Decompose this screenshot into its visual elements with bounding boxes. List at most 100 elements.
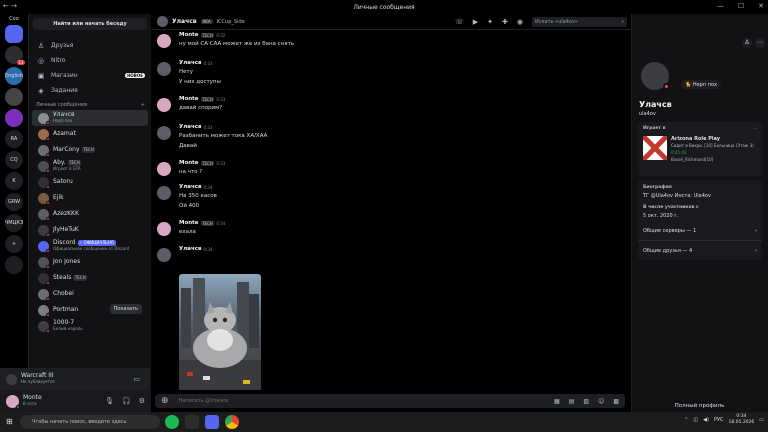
minimize-icon[interactable]: — xyxy=(717,2,724,10)
dm-nav-friends[interactable]: ♙ Друзья xyxy=(29,38,151,53)
activity-share-icon[interactable]: ▭ xyxy=(133,375,140,383)
dm-item[interactable]: 1000-7 Белый король xyxy=(32,318,148,334)
avatar[interactable] xyxy=(157,98,171,112)
server-icon[interactable]: GRW xyxy=(5,193,23,211)
language-indicator[interactable]: РУС xyxy=(714,417,724,423)
full-profile-button[interactable]: Полный профиль xyxy=(631,400,768,412)
mutual-servers-row[interactable]: Общие серверы — 1 › xyxy=(638,222,762,241)
windows-start-icon[interactable]: ⊞ xyxy=(6,417,13,426)
app-icon[interactable] xyxy=(185,415,199,429)
dm-nav-shop[interactable]: ▣ Магазин НОВОЕ xyxy=(29,68,151,83)
avatar[interactable] xyxy=(157,34,171,48)
message-author[interactable]: Monte xyxy=(179,160,199,166)
sticker-icon[interactable]: ▧ xyxy=(583,398,589,405)
message-author[interactable]: Monte xyxy=(179,32,199,38)
dm-item[interactable]: MarCony TECH xyxy=(32,142,148,158)
avatar[interactable] xyxy=(638,59,672,93)
dm-item[interactable]: Chobei xyxy=(32,286,148,302)
avatar xyxy=(38,160,50,173)
dm-item[interactable]: Portman Показать xyxy=(32,302,148,318)
server-icon[interactable]: English xyxy=(5,67,23,85)
search-input[interactable]: Искать «ula4ov» ⌕ xyxy=(532,16,627,27)
chevron-up-icon[interactable]: ⌃ xyxy=(684,417,688,423)
dm-home-label: Соо xyxy=(9,16,19,22)
message-author[interactable]: Улачсв xyxy=(179,124,202,130)
message-composer[interactable]: ⊕ Написать @Улачсв ▦ ▤ ▧ ☺ ▩ xyxy=(155,394,625,408)
gif-icon[interactable]: ▤ xyxy=(569,398,575,405)
avatar[interactable] xyxy=(157,186,171,200)
server-icon[interactable]: RA xyxy=(5,130,23,148)
gift-icon[interactable]: ▦ xyxy=(554,398,560,405)
avatar[interactable] xyxy=(6,394,20,409)
message-author[interactable]: Улачсв xyxy=(179,246,202,252)
message-author[interactable]: Monte xyxy=(179,96,199,102)
message-author[interactable]: Monte xyxy=(179,220,199,226)
avatar[interactable] xyxy=(157,248,171,262)
avatar[interactable] xyxy=(157,62,171,76)
chrome-icon[interactable] xyxy=(225,415,239,429)
server-icon[interactable]: ЧМЦКЗ xyxy=(5,214,23,232)
explore-icon[interactable] xyxy=(5,256,23,274)
dm-item[interactable]: JlyHeTuK xyxy=(32,222,148,238)
discord-icon[interactable] xyxy=(5,25,23,43)
add-friend-icon[interactable]: ✚ xyxy=(502,18,508,26)
dm-nav-quests[interactable]: ◈ Задания xyxy=(29,83,151,98)
taskbar-search-input[interactable]: Чтобы начать поиск, введите здесь xyxy=(20,415,160,429)
server-icon[interactable] xyxy=(5,109,23,127)
video-call-icon[interactable]: ▶ xyxy=(473,18,478,26)
server-icon[interactable]: 11 xyxy=(5,46,25,65)
avatar[interactable] xyxy=(157,126,171,140)
network-icon[interactable]: ◫ xyxy=(693,417,698,423)
more-icon[interactable]: ⋯ xyxy=(753,126,757,131)
maximize-icon[interactable]: ☐ xyxy=(738,2,744,10)
spotify-icon[interactable] xyxy=(165,415,179,429)
shop-icon: ▣ xyxy=(37,71,45,80)
message-author[interactable]: Улачсв xyxy=(179,60,202,66)
dm-item[interactable]: Azamat xyxy=(32,126,148,142)
gear-icon[interactable]: ⚙ xyxy=(139,397,145,405)
dm-item[interactable]: Jon Jones xyxy=(32,254,148,270)
dm-nav-nitro[interactable]: ◎ Nitro xyxy=(29,53,151,68)
avatar[interactable] xyxy=(157,16,168,27)
close-icon[interactable]: ✕ xyxy=(758,2,764,10)
clan-tag: TECH xyxy=(200,32,215,38)
mutual-friends-row[interactable]: Общие друзья — 4 › xyxy=(638,241,762,260)
avatar[interactable] xyxy=(157,162,171,176)
add-server-icon[interactable]: + xyxy=(5,235,23,253)
dm-item[interactable]: Улачсв Нерп пох xyxy=(32,110,148,126)
message-author[interactable]: Улачсв xyxy=(179,184,202,190)
server-icon[interactable]: CQ xyxy=(5,151,23,169)
discord-taskbar-icon[interactable] xyxy=(205,415,219,429)
user-profile-icon[interactable]: ◉ xyxy=(517,18,523,26)
server-icon[interactable]: K xyxy=(5,172,23,190)
voice-call-icon[interactable]: ☏ xyxy=(455,18,464,26)
notifications-icon[interactable]: ▭ xyxy=(759,417,764,423)
pin-icon[interactable]: ✦ xyxy=(487,18,493,26)
dm-item[interactable]: AzezKKK xyxy=(32,206,148,222)
microphone-icon[interactable]: 🎙 xyxy=(105,397,114,405)
apps-icon[interactable]: ▩ xyxy=(613,398,619,405)
add-friend-icon[interactable]: ♙ xyxy=(742,38,752,48)
find-conversation-button[interactable]: Найти или начать беседу xyxy=(33,18,147,30)
dm-item[interactable]: Discord ✓ ОФИЦИАЛЬНО Официальное сообщение… xyxy=(32,238,148,254)
headphones-icon[interactable]: 🎧 xyxy=(122,397,131,405)
show-button[interactable]: Показать xyxy=(109,304,142,314)
dm-item[interactable]: Steals TECH xyxy=(32,270,148,286)
dm-item[interactable]: Aby. TECH Играет в GTA xyxy=(32,158,148,174)
upload-plus-icon[interactable]: ⊕ xyxy=(161,396,169,406)
dm-item[interactable]: Satoru xyxy=(32,174,148,190)
system-tray: ⌃ ◫ ◀) РУС 0:34 18.05.2026 ▭ xyxy=(684,414,764,426)
volume-icon[interactable]: ◀) xyxy=(703,417,709,423)
user-panel: Monte В сети 🎙 🎧 ⚙ xyxy=(0,390,151,412)
dm-item[interactable]: Ejik xyxy=(32,190,148,206)
add-dm-icon[interactable]: + xyxy=(141,102,145,108)
message-timestamp: 0:33 xyxy=(203,60,213,66)
message-input[interactable]: Написать @Улачсв xyxy=(179,398,229,404)
avatar[interactable] xyxy=(157,222,171,236)
server-icon[interactable] xyxy=(5,88,23,106)
clock[interactable]: 0:34 18.05.2026 xyxy=(729,414,755,426)
emoji-icon[interactable]: ☺ xyxy=(598,398,604,405)
attachment-image[interactable] xyxy=(179,274,261,390)
activity-panel[interactable]: Warcraft III Не публикуется ▭ xyxy=(0,368,150,390)
more-icon[interactable]: ⋯ xyxy=(755,38,765,48)
